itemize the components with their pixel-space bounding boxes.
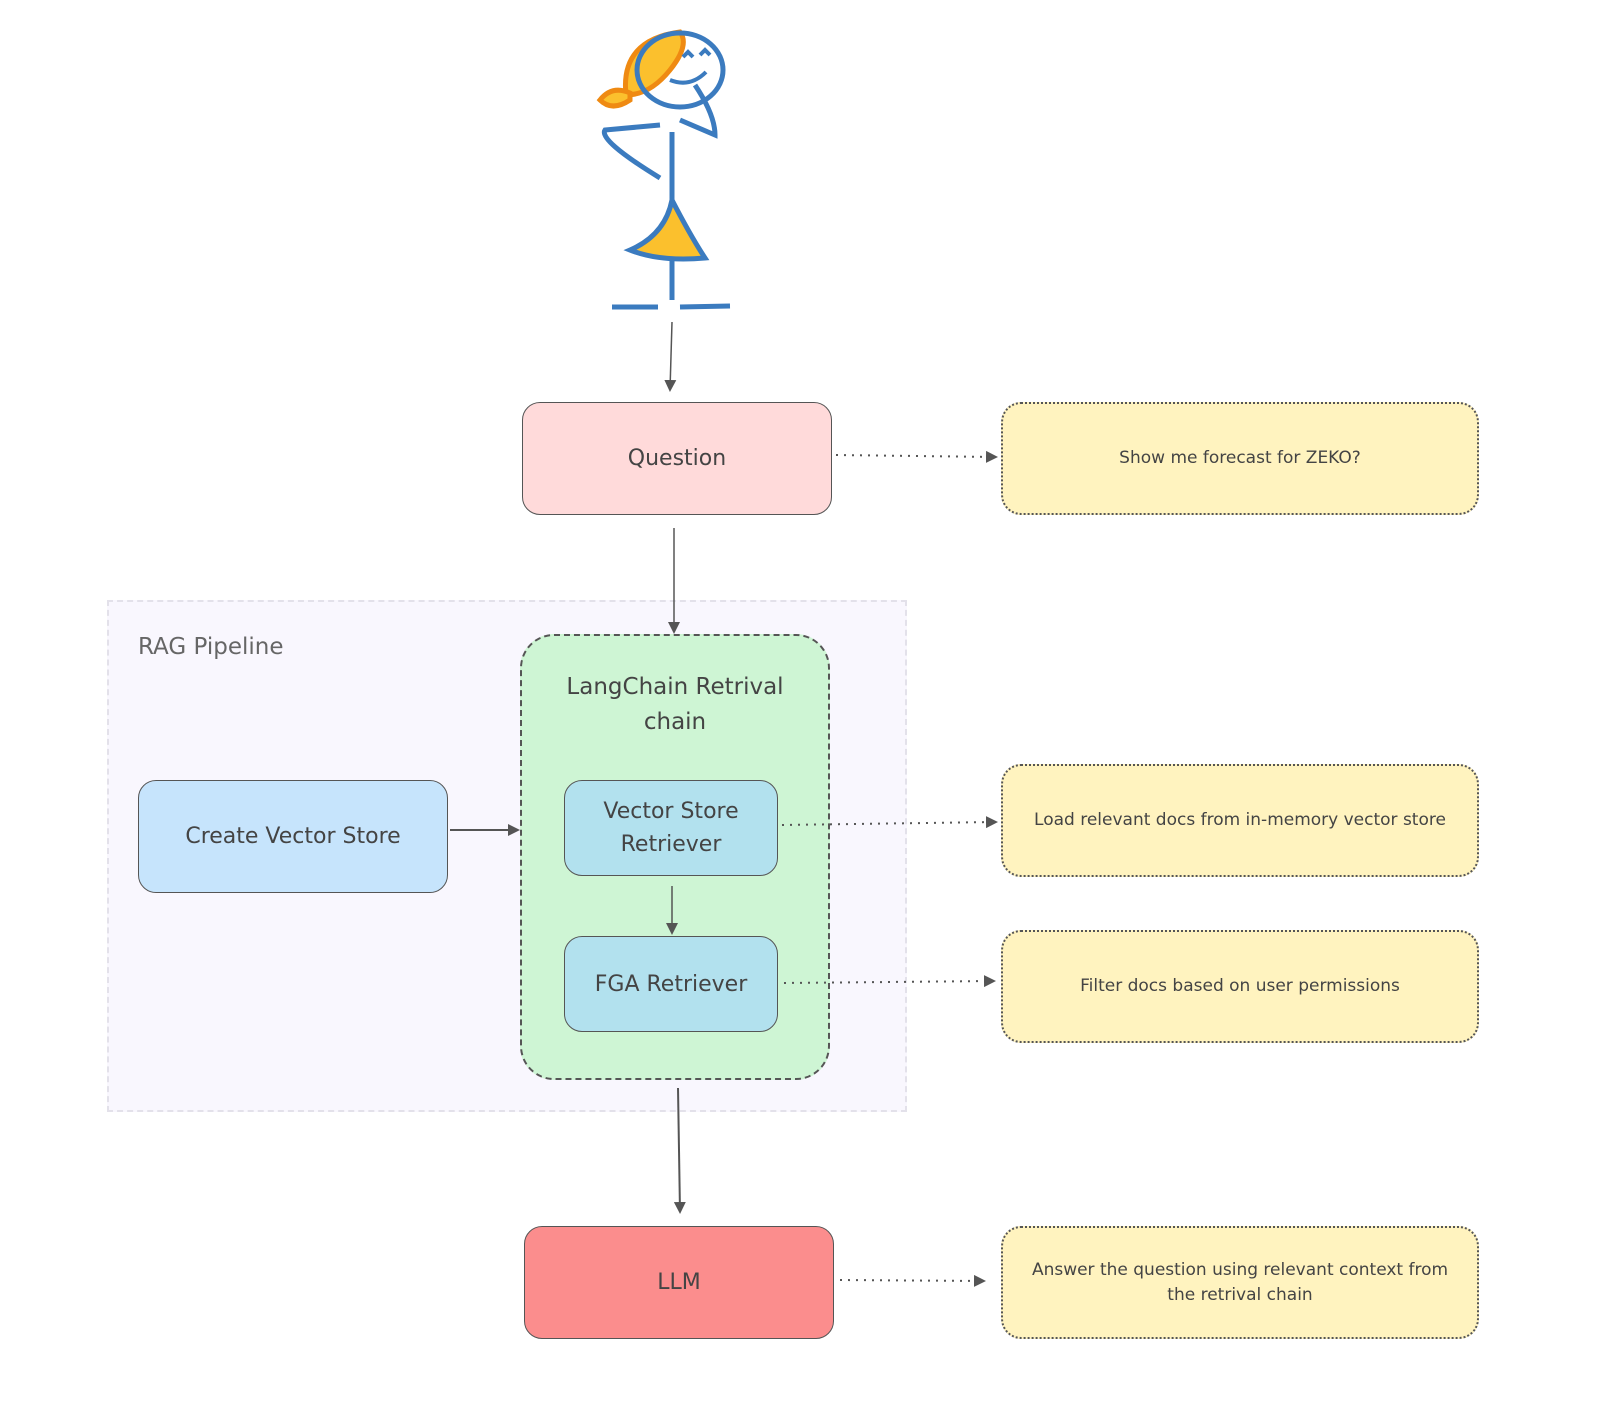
question-label: Question	[627, 446, 727, 471]
vector-store-retriever-node[interactable]: Vector Store Retriever	[564, 780, 778, 876]
fga-note-text: Filter docs based on user permissions	[1080, 976, 1400, 997]
llm-note[interactable]: Answer the question using relevant conte…	[1001, 1226, 1479, 1339]
fga-note[interactable]: Filter docs based on user permissions	[1001, 930, 1479, 1043]
rag-pipeline-label: RAG Pipeline	[138, 634, 284, 660]
llm-node[interactable]: LLM	[524, 1226, 834, 1339]
create-vector-store-node[interactable]: Create Vector Store	[138, 780, 448, 893]
vector-note-text: Load relevant docs from in-memory vector…	[1034, 810, 1446, 831]
fga-retriever-node[interactable]: FGA Retriever	[564, 936, 778, 1032]
fga-retriever-label: FGA Retriever	[594, 971, 748, 997]
arrow-llm-note	[839, 1274, 986, 1287]
user-figure-icon	[596, 29, 731, 310]
arrow-user-to-question	[664, 321, 677, 392]
question-node[interactable]: Question	[522, 402, 832, 515]
question-note-text: Show me forecast for ZEKO?	[1119, 448, 1361, 469]
vector-store-retriever-label: Vector Store Retriever	[603, 799, 739, 857]
llm-note-text: Answer the question using relevant conte…	[1031, 1259, 1449, 1305]
llm-label: LLM	[657, 1270, 701, 1295]
question-note[interactable]: Show me forecast for ZEKO?	[1001, 402, 1479, 515]
arrow-question-note	[835, 450, 998, 463]
langchain-retrieval-chain-label: LangChain Retrival chain	[566, 674, 784, 735]
create-vector-store-label: Create Vector Store	[185, 824, 401, 849]
vector-note[interactable]: Load relevant docs from in-memory vector…	[1001, 764, 1479, 877]
